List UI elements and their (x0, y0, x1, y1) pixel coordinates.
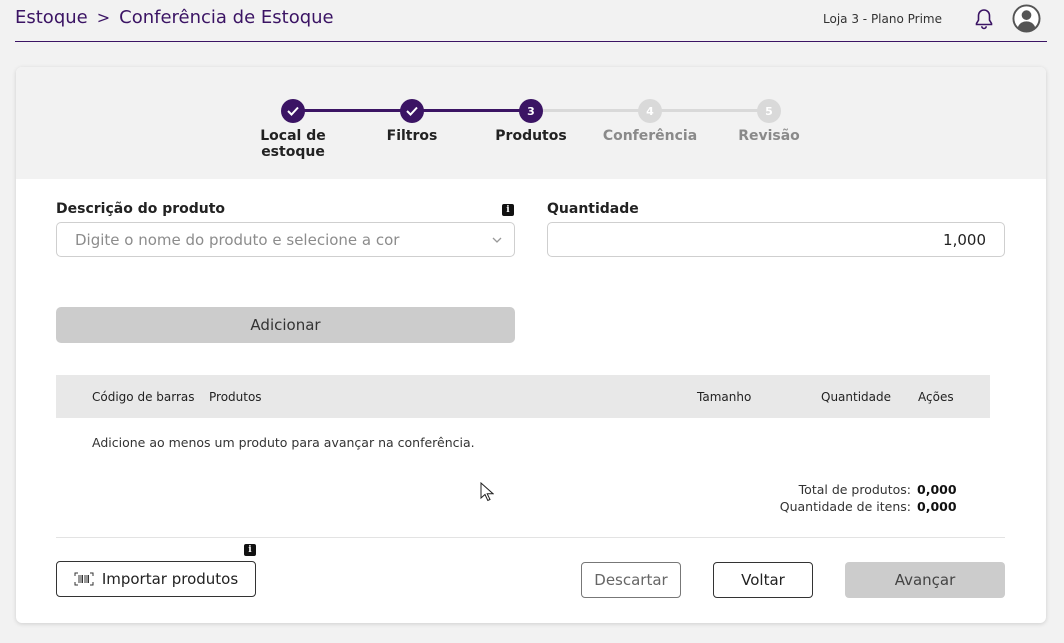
bell-icon[interactable] (972, 7, 996, 31)
breadcrumb-separator: > (96, 8, 111, 27)
quantity-value: 1,000 (943, 230, 986, 249)
step-label: Revisão (738, 128, 800, 144)
total-items-label: Quantidade de itens: (779, 499, 911, 514)
top-bar: Estoque > Conferência de Estoque Loja 3 … (15, 0, 1047, 42)
column-quantity: Quantidade (821, 390, 892, 404)
footer-divider (56, 537, 1005, 538)
info-icon[interactable]: i (502, 204, 514, 216)
check-icon (400, 99, 424, 123)
discard-button[interactable]: Descartar (581, 562, 681, 598)
step-filtros[interactable]: Filtros (352, 99, 472, 144)
step-conferencia: 4 Conferência (590, 99, 710, 144)
import-products-label: Importar produtos (101, 570, 239, 588)
add-button[interactable]: Adicionar (56, 307, 515, 343)
next-button[interactable]: Avançar (845, 562, 1005, 598)
breadcrumb-root[interactable]: Estoque (15, 7, 88, 28)
user-avatar-icon[interactable] (1012, 4, 1041, 33)
empty-table-message: Adicione ao menos um produto para avança… (92, 435, 475, 450)
products-table-header: Código de barras Produtos Tamanho Quanti… (56, 375, 990, 418)
import-products-button[interactable]: Importar produtos (56, 561, 256, 597)
chevron-down-icon[interactable] (492, 235, 502, 245)
step-label: Conferência (602, 128, 698, 144)
quantity-label: Quantidade (547, 201, 639, 217)
step-number: 3 (519, 99, 543, 123)
column-barcode: Código de barras (92, 390, 195, 404)
info-icon[interactable]: i (244, 544, 256, 556)
store-label[interactable]: Loja 3 - Plano Prime (823, 12, 942, 26)
product-description-placeholder: Digite o nome do produto e selecione a c… (75, 230, 400, 249)
total-items-value: 0,000 (917, 499, 957, 514)
step-label: Filtros (386, 128, 438, 144)
total-products-row: Total de produtos: 0,000 (780, 481, 957, 498)
stock-check-card: Local de estoque Filtros 3 Produtos 4 Co… (16, 67, 1046, 623)
column-size: Tamanho (697, 390, 752, 404)
total-products-label: Total de produtos: (798, 482, 911, 497)
quantity-input[interactable]: 1,000 (547, 222, 1005, 257)
step-produtos[interactable]: 3 Produtos (471, 99, 591, 144)
step-number: 5 (757, 99, 781, 123)
step-label: Local de estoque (260, 128, 326, 160)
total-products-value: 0,000 (917, 482, 957, 497)
description-label: Descrição do produto (56, 201, 226, 217)
barcode-icon (74, 572, 94, 586)
check-icon (281, 99, 305, 123)
back-button[interactable]: Voltar (713, 562, 813, 598)
mouse-cursor-icon (480, 482, 494, 502)
breadcrumb-current: Conferência de Estoque (119, 7, 334, 28)
total-items-row: Quantidade de itens: 0,000 (780, 498, 957, 515)
step-label: Produtos (495, 128, 567, 144)
column-actions: Ações (918, 390, 954, 404)
totals: Total de produtos: 0,000 Quantidade de it… (780, 481, 957, 515)
column-products: Produtos (209, 390, 262, 404)
step-number: 4 (638, 99, 662, 123)
product-description-select[interactable]: Digite o nome do produto e selecione a c… (56, 222, 515, 257)
step-local-de-estoque[interactable]: Local de estoque (233, 99, 353, 160)
step-revisao: 5 Revisão (709, 99, 829, 144)
breadcrumb: Estoque > Conferência de Estoque (15, 7, 334, 28)
stepper: Local de estoque Filtros 3 Produtos 4 Co… (16, 67, 1046, 179)
